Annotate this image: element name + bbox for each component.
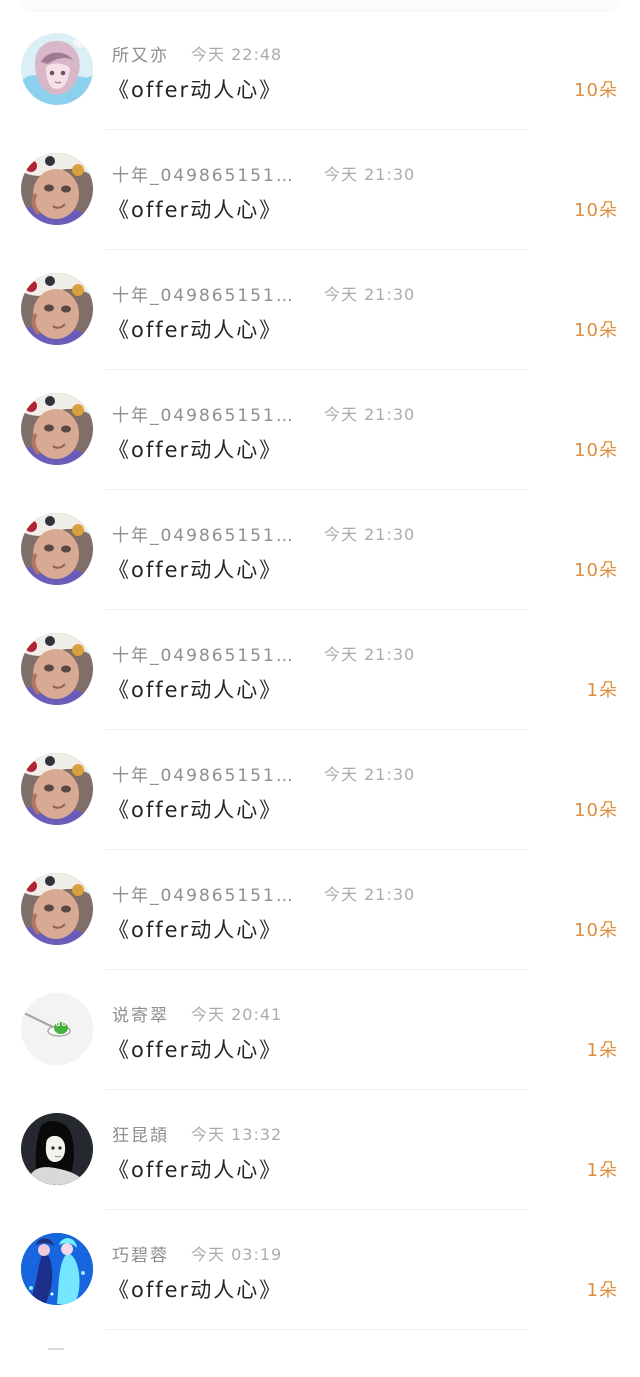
next-item-edge: [48, 1348, 64, 1350]
baby-avatar[interactable]: [21, 633, 93, 705]
list-item[interactable]: 十年_0498651519… 今天 21:30 《offer动人心》 10朵: [0, 490, 640, 610]
record-time: 今天 21:30: [324, 285, 416, 304]
baby-avatar-image: [21, 633, 93, 705]
record-time: 今天 20:41: [191, 1005, 283, 1024]
baby-avatar-image: [21, 393, 93, 465]
flower-count: 1朵: [586, 1280, 618, 1301]
flower-count: 10朵: [574, 800, 618, 821]
list-item[interactable]: 说寄翠 今天 20:41 《offer动人心》 1朵: [0, 970, 640, 1090]
flower-count: 10朵: [574, 320, 618, 341]
flower-count: 10朵: [574, 560, 618, 581]
baby-avatar[interactable]: [21, 873, 93, 945]
woman-portrait-avatar-image: [21, 1113, 93, 1185]
record-time: 今天 21:30: [324, 165, 416, 184]
flower-count: 10朵: [574, 440, 618, 461]
record-meta: 十年_0498651519… 今天 21:30: [112, 761, 416, 786]
program-title: 《offer动人心》: [108, 918, 283, 942]
baby-avatar[interactable]: [21, 273, 93, 345]
sender-name[interactable]: 十年_0498651519…: [112, 761, 302, 786]
frog-spoon-avatar-image: [21, 993, 93, 1065]
record-meta: 十年_0498651519… 今天 21:30: [112, 161, 416, 186]
sender-name[interactable]: 十年_0498651519…: [112, 401, 302, 426]
list-item[interactable]: 十年_0498651519… 今天 21:30 《offer动人心》 1朵: [0, 610, 640, 730]
list-item[interactable]: 所又亦 今天 22:48 《offer动人心》 10朵: [0, 10, 640, 130]
gift-record-list[interactable]: 所又亦 今天 22:48 《offer动人心》 10朵 十年_049865151…: [0, 10, 640, 1330]
record-meta: 十年_0498651519… 今天 21:30: [112, 281, 416, 306]
record-meta: 说寄翠 今天 20:41: [112, 1001, 283, 1026]
record-time: 今天 21:30: [324, 405, 416, 424]
record-meta: 十年_0498651519… 今天 21:30: [112, 641, 416, 666]
baby-avatar-image: [21, 873, 93, 945]
gift-record-list-page: 所又亦 今天 22:48 《offer动人心》 10朵 十年_049865151…: [0, 0, 640, 1377]
baby-avatar-image: [21, 153, 93, 225]
list-item[interactable]: 狂昆頡 今天 13:32 《offer动人心》 1朵: [0, 1090, 640, 1210]
woman-portrait-avatar[interactable]: [21, 1113, 93, 1185]
flower-count: 10朵: [574, 920, 618, 941]
top-card-edge: [18, 0, 622, 10]
flower-count: 10朵: [574, 200, 618, 221]
baby-avatar[interactable]: [21, 393, 93, 465]
sender-name[interactable]: 巧碧蓉: [112, 1241, 169, 1266]
program-title: 《offer动人心》: [108, 1038, 283, 1062]
baby-avatar[interactable]: [21, 153, 93, 225]
list-item[interactable]: 十年_0498651519… 今天 21:30 《offer动人心》 10朵: [0, 250, 640, 370]
flower-count: 1朵: [586, 680, 618, 701]
record-meta: 所又亦 今天 22:48: [112, 41, 283, 66]
baby-avatar-image: [21, 753, 93, 825]
record-time: 今天 21:30: [324, 885, 416, 904]
sender-name[interactable]: 十年_0498651519…: [112, 161, 302, 186]
program-title: 《offer动人心》: [108, 78, 283, 102]
sender-name[interactable]: 十年_0498651519…: [112, 521, 302, 546]
anime-girl-avatar[interactable]: [21, 33, 93, 105]
list-item[interactable]: 十年_0498651519… 今天 21:30 《offer动人心》 10朵: [0, 130, 640, 250]
record-meta: 巧碧蓉 今天 03:19: [112, 1241, 283, 1266]
program-title: 《offer动人心》: [108, 678, 283, 702]
program-title: 《offer动人心》: [108, 438, 283, 462]
flower-count: 1朵: [586, 1160, 618, 1181]
record-time: 今天 03:19: [191, 1245, 283, 1264]
program-title: 《offer动人心》: [108, 558, 283, 582]
baby-avatar-image: [21, 273, 93, 345]
anime-girl-avatar-image: [21, 33, 93, 105]
sender-name[interactable]: 十年_0498651519…: [112, 881, 302, 906]
program-title: 《offer动人心》: [108, 318, 283, 342]
frog-spoon-avatar[interactable]: [21, 993, 93, 1065]
baby-avatar-image: [21, 513, 93, 585]
record-time: 今天 21:30: [324, 765, 416, 784]
record-time: 今天 22:48: [191, 45, 283, 64]
sender-name[interactable]: 狂昆頡: [112, 1121, 169, 1146]
baby-avatar[interactable]: [21, 513, 93, 585]
flower-count: 1朵: [586, 1040, 618, 1061]
sender-name[interactable]: 说寄翠: [112, 1001, 169, 1026]
sender-name[interactable]: 所又亦: [112, 41, 169, 66]
record-meta: 十年_0498651519… 今天 21:30: [112, 881, 416, 906]
program-title: 《offer动人心》: [108, 1278, 283, 1302]
program-title: 《offer动人心》: [108, 1158, 283, 1182]
record-time: 今天 21:30: [324, 645, 416, 664]
sender-name[interactable]: 十年_0498651519…: [112, 281, 302, 306]
record-meta: 狂昆頡 今天 13:32: [112, 1121, 283, 1146]
list-item[interactable]: 巧碧蓉 今天 03:19 《offer动人心》 1朵: [0, 1210, 640, 1330]
blue-characters-avatar-image: [21, 1233, 93, 1305]
record-time: 今天 13:32: [191, 1125, 283, 1144]
record-meta: 十年_0498651519… 今天 21:30: [112, 521, 416, 546]
list-item[interactable]: 十年_0498651519… 今天 21:30 《offer动人心》 10朵: [0, 850, 640, 970]
flower-count: 10朵: [574, 80, 618, 101]
list-item[interactable]: 十年_0498651519… 今天 21:30 《offer动人心》 10朵: [0, 730, 640, 850]
baby-avatar[interactable]: [21, 753, 93, 825]
blue-characters-avatar[interactable]: [21, 1233, 93, 1305]
list-item[interactable]: 十年_0498651519… 今天 21:30 《offer动人心》 10朵: [0, 370, 640, 490]
record-meta: 十年_0498651519… 今天 21:30: [112, 401, 416, 426]
record-time: 今天 21:30: [324, 525, 416, 544]
program-title: 《offer动人心》: [108, 798, 283, 822]
sender-name[interactable]: 十年_0498651519…: [112, 641, 302, 666]
row-divider: [106, 1329, 528, 1330]
program-title: 《offer动人心》: [108, 198, 283, 222]
